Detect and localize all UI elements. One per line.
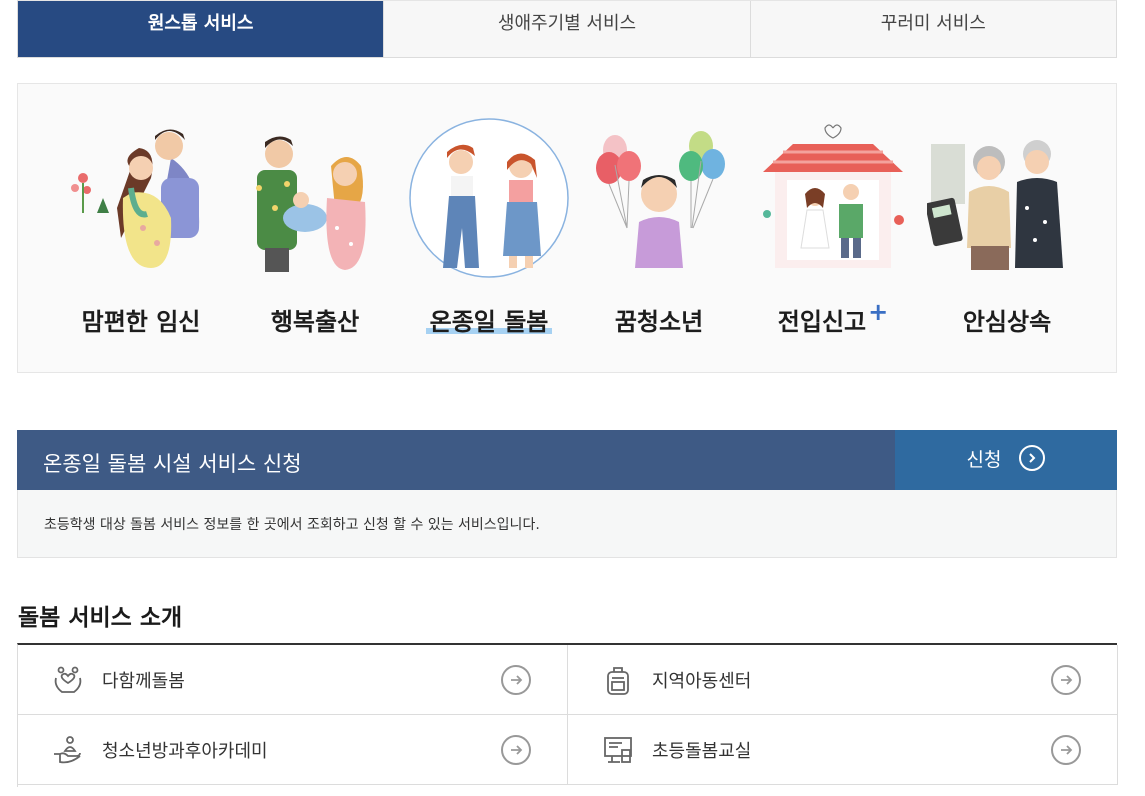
arrow-right-icon[interactable] [1051, 664, 1081, 695]
service-item-local-child-center[interactable]: 지역아동센터 [568, 645, 1118, 715]
apply-button-label: 신청 [966, 448, 1002, 471]
service-name: 다함께돌봄 [102, 670, 185, 692]
apply-button[interactable]: 신청 [895, 430, 1117, 490]
service-name: 지역아동센터 [652, 670, 752, 692]
category-label: 꿈청소년 [614, 308, 704, 336]
category-label: 전입신고 [777, 308, 867, 336]
category-pregnancy[interactable]: 맘편한 임신 [56, 84, 226, 372]
tab-lifecycle[interactable]: 생애주기별 서비스 [383, 1, 750, 57]
youth-illustration [596, 131, 725, 268]
category-label: 행복출산 [270, 308, 360, 336]
classroom-icon [598, 730, 638, 770]
apply-title: 온종일 돌봄 시설 서비스 신청 [43, 452, 302, 476]
service-apply-bar: 온종일 돌봄 시설 서비스 신청 신청 [17, 430, 1117, 490]
apply-description: 초등학생 대상 돌봄 서비스 정보를 한 곳에서 조회하고 신청 할 수 있는 … [17, 490, 1117, 558]
category-label: 안심상속 [962, 308, 1052, 336]
move-in-illustration [763, 124, 904, 268]
birth-illustration [256, 136, 366, 272]
service-item-elementary-care[interactable]: 초등돌봄교실 [568, 715, 1118, 785]
care-service-list: 다함께돌봄 지역아동센터 청소년방과후아카데미 초등돌봄교실 [17, 643, 1118, 787]
service-name: 청소년방과후아카데미 [102, 740, 268, 762]
new-plus-mark: + [868, 298, 889, 326]
hand-person-icon [48, 730, 88, 770]
pregnancy-illustration [71, 129, 200, 268]
category-label: 맘편한 임신 [81, 308, 201, 336]
tab-onestop[interactable]: 원스톱 서비스 [18, 1, 384, 57]
arrow-right-icon[interactable] [501, 664, 531, 695]
arrow-right-icon[interactable] [1051, 734, 1081, 765]
category-birth[interactable]: 행복출산 [230, 84, 400, 372]
tab-package[interactable]: 꾸러미 서비스 [749, 1, 1116, 57]
service-item-youth-academy[interactable]: 청소년방과후아카데미 [18, 715, 568, 785]
intro-title: 돌봄 서비스 소개 [18, 605, 183, 631]
inheritance-illustration [927, 140, 1063, 270]
category-panel: 맘편한 임신 행복출산 온종일 돌봄 꿈청소년 전입신고+ 안심상속 [17, 83, 1117, 373]
hands-heart-icon [48, 660, 88, 700]
service-name: 초등돌봄교실 [652, 740, 752, 762]
category-label: 온종일 돌봄 [425, 308, 553, 336]
chevron-right-icon [1019, 445, 1046, 471]
category-inheritance[interactable]: 안심상속 [922, 84, 1092, 372]
category-move-in[interactable]: 전입신고+ [748, 84, 918, 372]
category-youth[interactable]: 꿈청소년 [574, 84, 744, 372]
service-item-dahamkke[interactable]: 다함께돌봄 [18, 645, 568, 715]
daycare-illustration [409, 118, 569, 278]
category-daycare[interactable]: 온종일 돌봄 [404, 84, 574, 372]
backpack-icon [598, 660, 638, 700]
service-tabs: 원스톱 서비스 생애주기별 서비스 꾸러미 서비스 [17, 0, 1117, 58]
arrow-right-icon[interactable] [501, 734, 531, 765]
